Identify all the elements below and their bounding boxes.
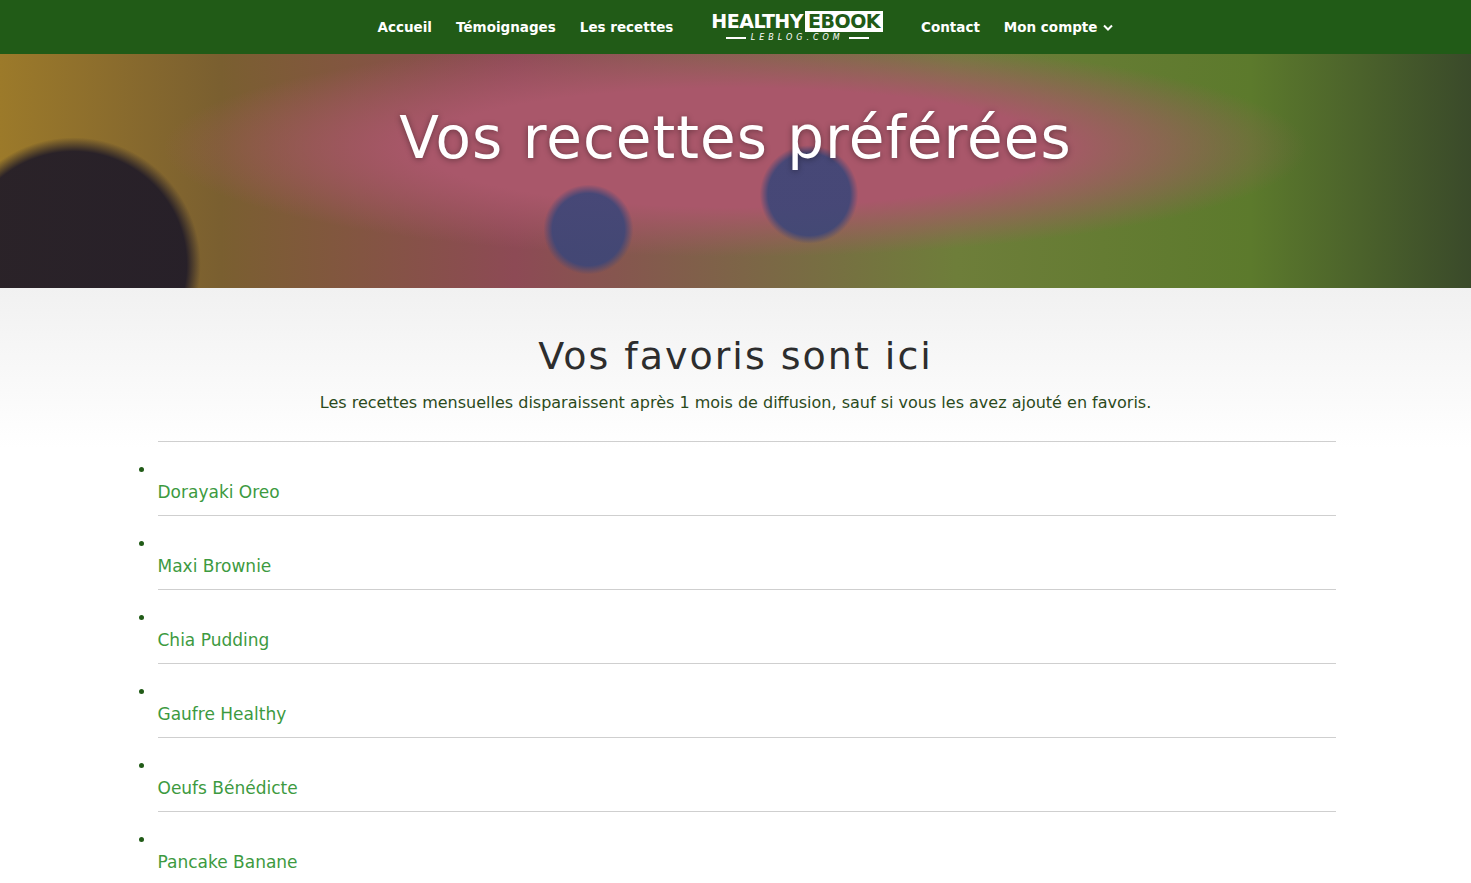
site-logo[interactable]: HEALTHY EBOOK LEBLOG.COM xyxy=(711,11,883,43)
favorite-link[interactable]: Gaufre Healthy xyxy=(158,702,1336,726)
favorite-link[interactable]: Maxi Brownie xyxy=(158,554,1336,578)
chevron-down-icon xyxy=(1103,24,1113,31)
favorite-item: Pancake Banane xyxy=(158,812,1336,883)
favorites-section: Vos favoris sont ici Les recettes mensue… xyxy=(0,288,1471,883)
logo-subtext: LEBLOG.COM xyxy=(751,34,844,43)
bullet-icon xyxy=(139,541,144,546)
favorite-item: Gaufre Healthy xyxy=(158,664,1336,738)
bullet-icon xyxy=(139,837,144,842)
page: Accueil Témoignages Les recettes HEALTHY E… xyxy=(0,0,1471,883)
favorite-link[interactable]: Dorayaki Oreo xyxy=(158,480,1336,504)
nav-link[interactable]: Accueil xyxy=(378,19,432,35)
logo-text: HEALTHY xyxy=(711,12,803,31)
favorite-item: Dorayaki Oreo xyxy=(158,442,1336,516)
favorite-link[interactable]: Pancake Banane xyxy=(158,850,1336,874)
bullet-icon xyxy=(139,467,144,472)
top-nav: Accueil Témoignages Les recettes HEALTHY E… xyxy=(0,0,1471,54)
section-subtitle: Les recettes mensuelles disparaissent ap… xyxy=(0,392,1471,414)
favorite-item: Oeufs Bénédicte xyxy=(158,738,1336,812)
favorites-list: Dorayaki Oreo Maxi Brownie Chia Pudding … xyxy=(158,441,1336,883)
nav-link[interactable]: Mon compte xyxy=(1004,19,1114,35)
bullet-icon xyxy=(139,615,144,620)
hero-banner: Vos recettes préférées xyxy=(0,54,1471,288)
favorite-link[interactable]: Oeufs Bénédicte xyxy=(158,776,1336,800)
bullet-icon xyxy=(139,689,144,694)
favorite-link[interactable]: Chia Pudding xyxy=(158,628,1336,652)
nav-link[interactable]: Contact xyxy=(921,19,980,35)
hero-title: Vos recettes préférées xyxy=(399,104,1071,172)
favorite-item: Maxi Brownie xyxy=(158,516,1336,590)
nav-link[interactable]: Témoignages xyxy=(456,19,556,35)
bullet-icon xyxy=(139,763,144,768)
nav-link[interactable]: Les recettes xyxy=(580,19,674,35)
logo-boxed-text: EBOOK xyxy=(805,11,883,32)
section-heading: Vos favoris sont ici xyxy=(0,334,1471,380)
favorite-item: Chia Pudding xyxy=(158,590,1336,664)
